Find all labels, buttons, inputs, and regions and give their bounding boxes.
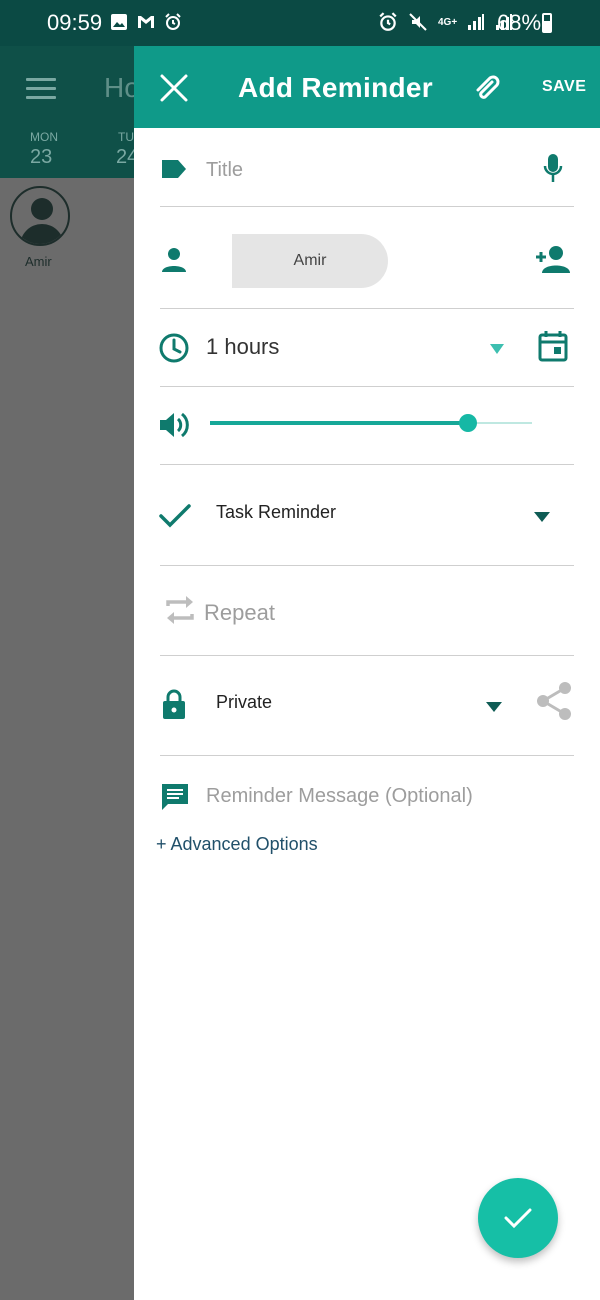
mic-icon[interactable] bbox=[542, 152, 564, 186]
check-icon bbox=[159, 504, 191, 528]
volume-slider-fill bbox=[210, 421, 468, 425]
close-icon[interactable] bbox=[158, 72, 190, 104]
message-input[interactable] bbox=[206, 780, 566, 812]
menu-icon bbox=[26, 78, 56, 99]
battery-level: 68% bbox=[497, 10, 542, 35]
panel-header: Add Reminder SAVE bbox=[134, 46, 600, 128]
panel-title: Add Reminder bbox=[238, 72, 433, 103]
divider bbox=[160, 565, 574, 566]
assignee-chip[interactable]: Amir bbox=[232, 234, 388, 288]
divider bbox=[160, 655, 574, 656]
divider bbox=[160, 464, 574, 465]
calendar-icon[interactable] bbox=[538, 330, 568, 362]
status-bar: 09:59 4G+ 68% bbox=[0, 0, 600, 46]
gmail-icon bbox=[138, 16, 154, 28]
volume-slider[interactable] bbox=[210, 414, 532, 432]
status-time: 09:59 bbox=[47, 10, 103, 35]
alarm-icon bbox=[379, 12, 397, 31]
mute-icon bbox=[409, 13, 427, 31]
status-notification-icons bbox=[110, 13, 182, 31]
volume-slider-thumb[interactable] bbox=[459, 414, 477, 432]
battery-icon bbox=[542, 13, 552, 33]
confirm-icon bbox=[504, 1208, 532, 1229]
label-icon bbox=[162, 160, 186, 178]
date-label: 23 bbox=[30, 146, 53, 168]
privacy-select[interactable]: Private bbox=[216, 692, 272, 713]
confirm-button[interactable] bbox=[478, 1178, 558, 1258]
day-label: MON bbox=[30, 130, 58, 144]
signal-icon bbox=[468, 14, 485, 30]
gallery-icon bbox=[111, 14, 127, 30]
avatar bbox=[10, 186, 70, 246]
day-label: TU bbox=[118, 130, 134, 144]
divider bbox=[160, 206, 574, 207]
advanced-options-link[interactable]: + Advanced Options bbox=[156, 834, 318, 855]
network-type: 4G+ bbox=[438, 16, 458, 28]
add-reminder-panel: Add Reminder SAVE Amir 1 hours Task Remi… bbox=[134, 46, 600, 1300]
add-person-icon[interactable] bbox=[534, 244, 570, 274]
divider bbox=[160, 755, 574, 756]
background-app: Ho MON 23 TU 24 Amir bbox=[0, 46, 140, 1300]
alarm-icon bbox=[165, 13, 181, 30]
save-button[interactable]: SAVE bbox=[542, 78, 586, 96]
volume-icon bbox=[160, 412, 189, 438]
reminder-type-select[interactable]: Task Reminder bbox=[216, 502, 336, 523]
repeat-label[interactable]: Repeat bbox=[204, 600, 275, 626]
title-input[interactable] bbox=[206, 154, 526, 186]
clock-icon bbox=[159, 333, 189, 363]
message-icon bbox=[162, 784, 188, 810]
status-system-icons: 4G+ bbox=[378, 12, 513, 32]
divider bbox=[160, 386, 574, 387]
chevron-down-icon[interactable] bbox=[490, 344, 504, 354]
chevron-down-icon[interactable] bbox=[486, 702, 502, 712]
background-header: Ho MON 23 TU 24 bbox=[0, 46, 140, 178]
share-icon[interactable] bbox=[534, 680, 574, 722]
divider bbox=[160, 308, 574, 309]
attach-icon[interactable] bbox=[472, 72, 504, 104]
avatar-name: Amir bbox=[25, 254, 52, 269]
person-icon bbox=[162, 248, 186, 272]
time-select[interactable]: 1 hours bbox=[206, 334, 279, 360]
chevron-down-icon[interactable] bbox=[534, 512, 550, 522]
repeat-icon[interactable] bbox=[162, 592, 198, 628]
lock-icon bbox=[163, 689, 185, 719]
